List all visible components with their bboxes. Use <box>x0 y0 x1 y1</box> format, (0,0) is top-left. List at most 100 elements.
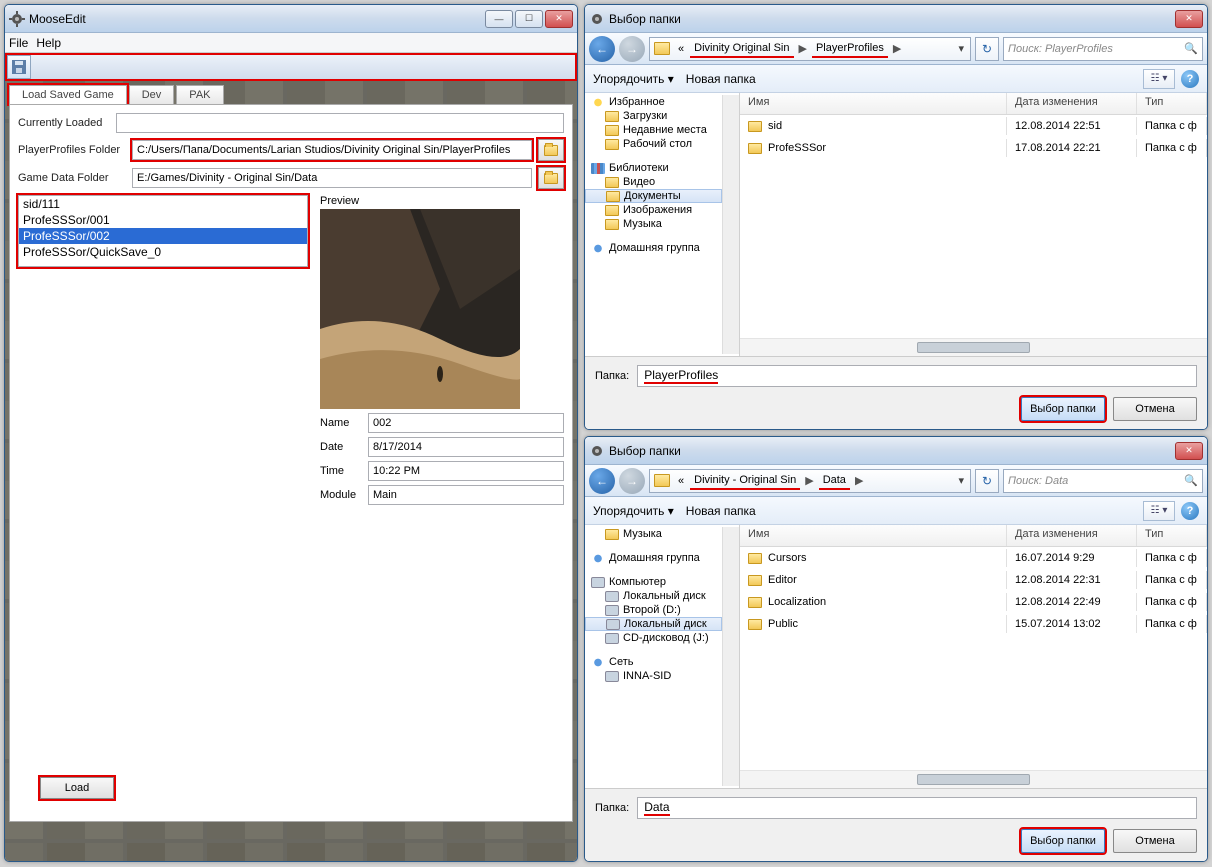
folder-icon <box>748 575 762 586</box>
breadcrumb[interactable]: « Divinity Original Sin ▶ PlayerProfiles… <box>649 37 971 61</box>
new-folder-button[interactable]: Новая папка <box>686 72 756 86</box>
folder-field[interactable]: PlayerProfiles <box>637 365 1197 387</box>
list-item-selected[interactable]: ProfeSSSor/002 <box>19 228 307 244</box>
list-item[interactable]: sid 12.08.2014 22:51 Папка с ф <box>740 115 1207 137</box>
select-folder-button[interactable]: Выбор папки <box>1021 829 1105 853</box>
cancel-button[interactable]: Отмена <box>1113 829 1197 853</box>
col-date[interactable]: Дата изменения <box>1007 525 1137 546</box>
bc-item[interactable]: PlayerProfiles <box>812 40 888 58</box>
new-folder-button[interactable]: Новая папка <box>686 504 756 518</box>
folder-field[interactable]: Data <box>637 797 1197 819</box>
menu-file[interactable]: File <box>9 36 28 50</box>
forward-button[interactable]: → <box>619 468 645 494</box>
profiles-folder-field[interactable] <box>132 140 532 160</box>
titlebar[interactable]: Выбор папки ✕ <box>585 437 1207 465</box>
list-item[interactable]: Public15.07.2014 13:02Папка с ф <box>740 613 1207 635</box>
help-button[interactable]: ? <box>1181 70 1199 88</box>
folder-icon <box>748 143 762 154</box>
h-scrollbar[interactable] <box>740 770 1207 788</box>
h-scrollbar[interactable] <box>740 338 1207 356</box>
view-button[interactable]: ☷ ▾ <box>1143 501 1175 521</box>
list-header[interactable]: Имя Дата изменения Тип <box>740 525 1207 547</box>
search-input[interactable]: Поиск: PlayerProfiles🔍 <box>1003 37 1203 61</box>
preview-image <box>320 209 520 409</box>
back-button[interactable]: ← <box>589 468 615 494</box>
homegroup-icon <box>591 553 605 564</box>
currently-loaded-field[interactable] <box>116 113 564 133</box>
computer-icon <box>591 577 605 588</box>
list-item[interactable]: ProfeSSSor/001 <box>19 212 307 228</box>
close-button[interactable]: ✕ <box>545 10 573 28</box>
titlebar[interactable]: MooseEdit — ☐ ✕ <box>5 5 577 33</box>
list-header[interactable]: Имя Дата изменения Тип <box>740 93 1207 115</box>
col-type[interactable]: Тип <box>1137 93 1207 114</box>
tab-dev[interactable]: Dev <box>129 85 175 104</box>
list-item[interactable]: Localization12.08.2014 22:49Папка с ф <box>740 591 1207 613</box>
bc-item[interactable]: Divinity Original Sin <box>690 40 793 58</box>
star-icon <box>591 97 605 108</box>
name-field[interactable] <box>368 413 564 433</box>
list-item[interactable]: ProfeSSSor 17.08.2014 22:21 Папка с ф <box>740 137 1207 159</box>
scrollbar[interactable] <box>722 95 739 354</box>
save-button[interactable] <box>7 55 31 79</box>
module-field[interactable] <box>368 485 564 505</box>
forward-button[interactable]: → <box>619 36 645 62</box>
col-date[interactable]: Дата изменения <box>1007 93 1137 114</box>
list-item[interactable]: ProfeSSSor/QuickSave_0 <box>19 244 307 260</box>
list-item[interactable]: Editor12.08.2014 22:31Папка с ф <box>740 569 1207 591</box>
currently-loaded-label: Currently Loaded <box>18 117 110 129</box>
col-name[interactable]: Имя <box>740 93 1007 114</box>
tree-pane[interactable]: Избранное Загрузки Недавние места Рабочи… <box>585 93 740 356</box>
folder-icon <box>748 121 762 132</box>
close-button[interactable]: ✕ <box>1175 10 1203 28</box>
profiles-folder-label: PlayerProfiles Folder <box>18 144 126 156</box>
tree-video: Видео <box>585 175 722 189</box>
tab-pak[interactable]: PAK <box>176 85 223 104</box>
select-folder-button[interactable]: Выбор папки <box>1021 397 1105 421</box>
tab-bar: Load Saved Game Dev PAK <box>9 85 573 104</box>
refresh-button[interactable]: ↻ <box>975 37 999 61</box>
view-button[interactable]: ☷ ▾ <box>1143 69 1175 89</box>
tree-homegroup: Домашняя группа <box>585 551 722 565</box>
titlebar[interactable]: Выбор папки ✕ <box>585 5 1207 33</box>
cancel-button[interactable]: Отмена <box>1113 397 1197 421</box>
minimize-button[interactable]: — <box>485 10 513 28</box>
pc-icon <box>605 671 619 682</box>
breadcrumb-dropdown[interactable]: ▾ <box>954 42 968 55</box>
maximize-button[interactable]: ☐ <box>515 10 543 28</box>
browse-gamedata-button[interactable] <box>538 167 564 189</box>
breadcrumb-dropdown[interactable]: ▾ <box>954 474 968 487</box>
tree-libraries: Библиотеки <box>585 161 722 175</box>
menu-help[interactable]: Help <box>36 36 61 50</box>
time-field[interactable] <box>368 461 564 481</box>
tree-downloads: Загрузки <box>585 109 722 123</box>
back-button[interactable]: ← <box>589 36 615 62</box>
list-item[interactable]: sid/111 <box>19 196 307 212</box>
tree-homegroup: Домашняя группа <box>585 241 722 255</box>
folder-icon <box>748 619 762 630</box>
refresh-button[interactable]: ↻ <box>975 469 999 493</box>
col-name[interactable]: Имя <box>740 525 1007 546</box>
col-type[interactable]: Тип <box>1137 525 1207 546</box>
list-item[interactable]: Cursors16.07.2014 9:29Папка с ф <box>740 547 1207 569</box>
tree-pane[interactable]: Музыка Домашняя группа Компьютер Локальн… <box>585 525 740 788</box>
browse-profiles-button[interactable] <box>538 139 564 161</box>
bc-item[interactable]: Divinity - Original Sin <box>690 472 800 490</box>
drive-icon <box>606 619 620 630</box>
tree-drive-e: Локальный диск <box>585 617 722 631</box>
mooseedit-window: MooseEdit — ☐ ✕ File Help Load Saved Gam… <box>4 4 578 862</box>
scrollbar[interactable] <box>722 527 739 786</box>
bc-item[interactable]: Data <box>819 472 850 490</box>
saves-list[interactable]: sid/111 ProfeSSSor/001 ProfeSSSor/002 Pr… <box>18 195 308 267</box>
search-input[interactable]: Поиск: Data🔍 <box>1003 469 1203 493</box>
breadcrumb[interactable]: « Divinity - Original Sin ▶ Data ▶ ▾ <box>649 469 971 493</box>
tab-load-saved-game[interactable]: Load Saved Game <box>9 85 127 104</box>
organize-menu[interactable]: Упорядочить ▾ <box>593 504 674 518</box>
dialog-title: Выбор папки <box>609 12 1171 26</box>
date-field[interactable] <box>368 437 564 457</box>
gamedata-folder-field[interactable] <box>132 168 532 188</box>
load-button[interactable]: Load <box>40 777 114 799</box>
help-button[interactable]: ? <box>1181 502 1199 520</box>
close-button[interactable]: ✕ <box>1175 442 1203 460</box>
organize-menu[interactable]: Упорядочить ▾ <box>593 72 674 86</box>
